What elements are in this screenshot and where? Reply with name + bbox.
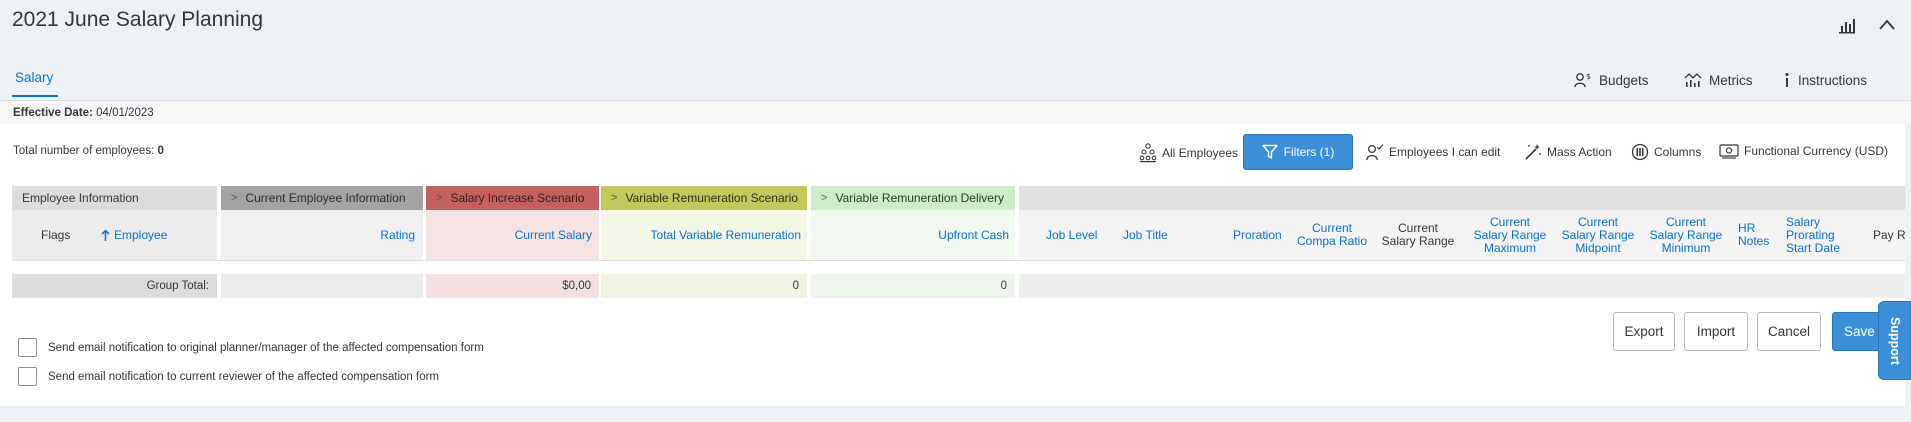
user-check-icon — [1366, 144, 1384, 161]
group-other-columns — [1019, 186, 1905, 210]
group-total-current-salary: $0,00 — [426, 274, 599, 298]
mass-action-label: Mass Action — [1547, 145, 1612, 159]
employees-i-can-edit-button[interactable]: Employees I can edit — [1366, 143, 1500, 161]
employees-edit-label: Employees I can edit — [1389, 145, 1501, 159]
column-header-pay-truncated[interactable]: Pay R — [1873, 229, 1905, 242]
magic-wand-icon — [1525, 144, 1541, 160]
column-header-rating[interactable]: Rating — [313, 229, 415, 242]
total-employees-value: 0 — [157, 145, 164, 157]
column-header-employee[interactable]: Employee — [101, 229, 167, 242]
budget-user-icon: $ — [1574, 72, 1591, 88]
chevron-right-icon: > — [611, 192, 618, 204]
budgets-label: Budgets — [1599, 72, 1649, 88]
group-variable-remuneration-scenario[interactable]: > Variable Remuneration Scenario — [601, 186, 807, 210]
org-chart-icon — [1139, 143, 1157, 163]
notify-reviewer-label: Send email notification to current revie… — [48, 370, 439, 383]
all-employees-label: All Employees — [1162, 146, 1239, 160]
notify-planner-label: Send email notification to original plan… — [48, 341, 484, 354]
import-button[interactable]: Import — [1684, 312, 1748, 351]
filter-icon — [1261, 144, 1278, 159]
functional-currency-button[interactable]: Functional Currency (USD) — [1719, 143, 1888, 159]
chart-icon[interactable] — [1838, 17, 1856, 35]
metrics-link[interactable]: Metrics — [1684, 72, 1753, 88]
active-tab-indicator — [12, 95, 58, 97]
total-employees-label: Total number of employees: — [13, 145, 155, 157]
notify-planner-option[interactable]: Send email notification to original plan… — [18, 338, 484, 357]
effective-date-label: Effective Date: — [13, 107, 93, 119]
group-employee-information-label: Employee Information — [22, 191, 139, 205]
column-header-upfront-cash[interactable]: Upfront Cash — [811, 229, 1009, 242]
notify-reviewer-checkbox[interactable] — [18, 367, 37, 386]
support-tab[interactable]: Support — [1878, 301, 1911, 380]
effective-date: Effective Date: 04/01/2023 — [13, 107, 154, 119]
export-button[interactable]: Export — [1613, 312, 1675, 351]
group-total-variable-remuneration: 0 — [601, 274, 807, 298]
columns-icon — [1631, 143, 1649, 161]
page-title: 2021 June Salary Planning — [12, 8, 264, 31]
column-header-current-salary[interactable]: Current Salary — [426, 229, 592, 242]
effective-date-strip — [0, 101, 1911, 124]
compensation-table: Employee Information > Current Employee … — [12, 186, 1905, 304]
columns-button[interactable]: Columns — [1631, 143, 1701, 161]
header-bottom-divider — [12, 260, 1905, 261]
column-header-employee-label: Employee — [114, 228, 168, 242]
cancel-button[interactable]: Cancel — [1757, 312, 1821, 351]
column-header-current-compa-ratio[interactable]: Current Compa Ratio — [1294, 222, 1370, 248]
group-employee-information[interactable]: Employee Information — [12, 186, 217, 210]
group-variable-remuneration-delivery[interactable]: > Variable Remuneration Delivery — [811, 186, 1015, 210]
chevron-right-icon: > — [436, 192, 443, 204]
group-variable-scenario-label: Variable Remuneration Scenario — [625, 191, 798, 205]
column-header-proration[interactable]: Proration — [1233, 229, 1282, 242]
column-header-current-salary-range-midpoint[interactable]: Current Salary Range Midpoint — [1560, 216, 1636, 255]
instructions-link[interactable]: Instructions — [1783, 72, 1867, 88]
tab-salary[interactable]: Salary — [15, 70, 53, 85]
effective-date-value: 04/01/2023 — [96, 107, 154, 119]
columns-label: Columns — [1654, 145, 1702, 159]
group-total-other — [1019, 274, 1905, 298]
column-header-job-level[interactable]: Job Level — [1046, 229, 1097, 242]
column-header-current-salary-range-minimum[interactable]: Current Salary Range Minimum — [1648, 216, 1724, 255]
filters-button[interactable]: Filters (1) — [1243, 134, 1353, 170]
notify-planner-checkbox[interactable] — [18, 338, 37, 357]
instructions-label: Instructions — [1798, 72, 1868, 88]
chevron-right-icon: > — [821, 192, 828, 204]
group-current-employee-information[interactable]: > Current Employee Information — [221, 186, 423, 210]
svg-text:$: $ — [1586, 72, 1591, 81]
group-total-upfront-cash: 0 — [811, 274, 1015, 298]
column-header-current-salary-range[interactable]: Current Salary Range — [1380, 222, 1456, 248]
mass-action-button[interactable]: Mass Action — [1524, 143, 1612, 161]
group-salary-increase-scenario[interactable]: > Salary Increase Scenario — [426, 186, 599, 210]
column-header-total-variable-remuneration[interactable]: Total Variable Remuneration — [601, 229, 801, 242]
support-label: Support — [1887, 316, 1902, 365]
filters-label: Filters (1) — [1283, 145, 1335, 159]
group-total-current-info — [221, 274, 423, 298]
group-variable-delivery-label: Variable Remuneration Delivery — [835, 191, 1004, 205]
all-employees-button[interactable]: All Employees — [1139, 143, 1238, 163]
group-current-employee-label: Current Employee Information — [245, 191, 406, 205]
total-employees: Total number of employees: 0 — [13, 145, 164, 157]
column-header-current-salary-range-maximum[interactable]: Current Salary Range Maximum — [1472, 216, 1548, 255]
group-salary-increase-label: Salary Increase Scenario — [450, 191, 585, 205]
column-header-salary-prorating-start-date[interactable]: Salary Prorating Start Date — [1786, 216, 1852, 255]
group-total-label: Group Total: — [12, 274, 217, 298]
metrics-label: Metrics — [1709, 72, 1753, 88]
notify-reviewer-option[interactable]: Send email notification to current revie… — [18, 367, 439, 386]
metrics-icon — [1684, 73, 1702, 87]
chevron-right-icon: > — [231, 192, 238, 204]
budgets-link[interactable]: $ Budgets — [1574, 72, 1649, 88]
column-header-hr-notes[interactable]: HR Notes — [1738, 222, 1769, 248]
info-icon — [1785, 73, 1789, 87]
column-header-job-title[interactable]: Job Title — [1123, 229, 1168, 242]
currency-icon — [1719, 144, 1739, 159]
chevron-up-icon[interactable] — [1878, 18, 1896, 32]
column-header-flags[interactable]: Flags — [41, 229, 70, 242]
functional-currency-label: Functional Currency (USD) — [1744, 144, 1889, 158]
sort-ascending-icon — [101, 229, 110, 241]
bottom-strip — [0, 406, 1911, 422]
